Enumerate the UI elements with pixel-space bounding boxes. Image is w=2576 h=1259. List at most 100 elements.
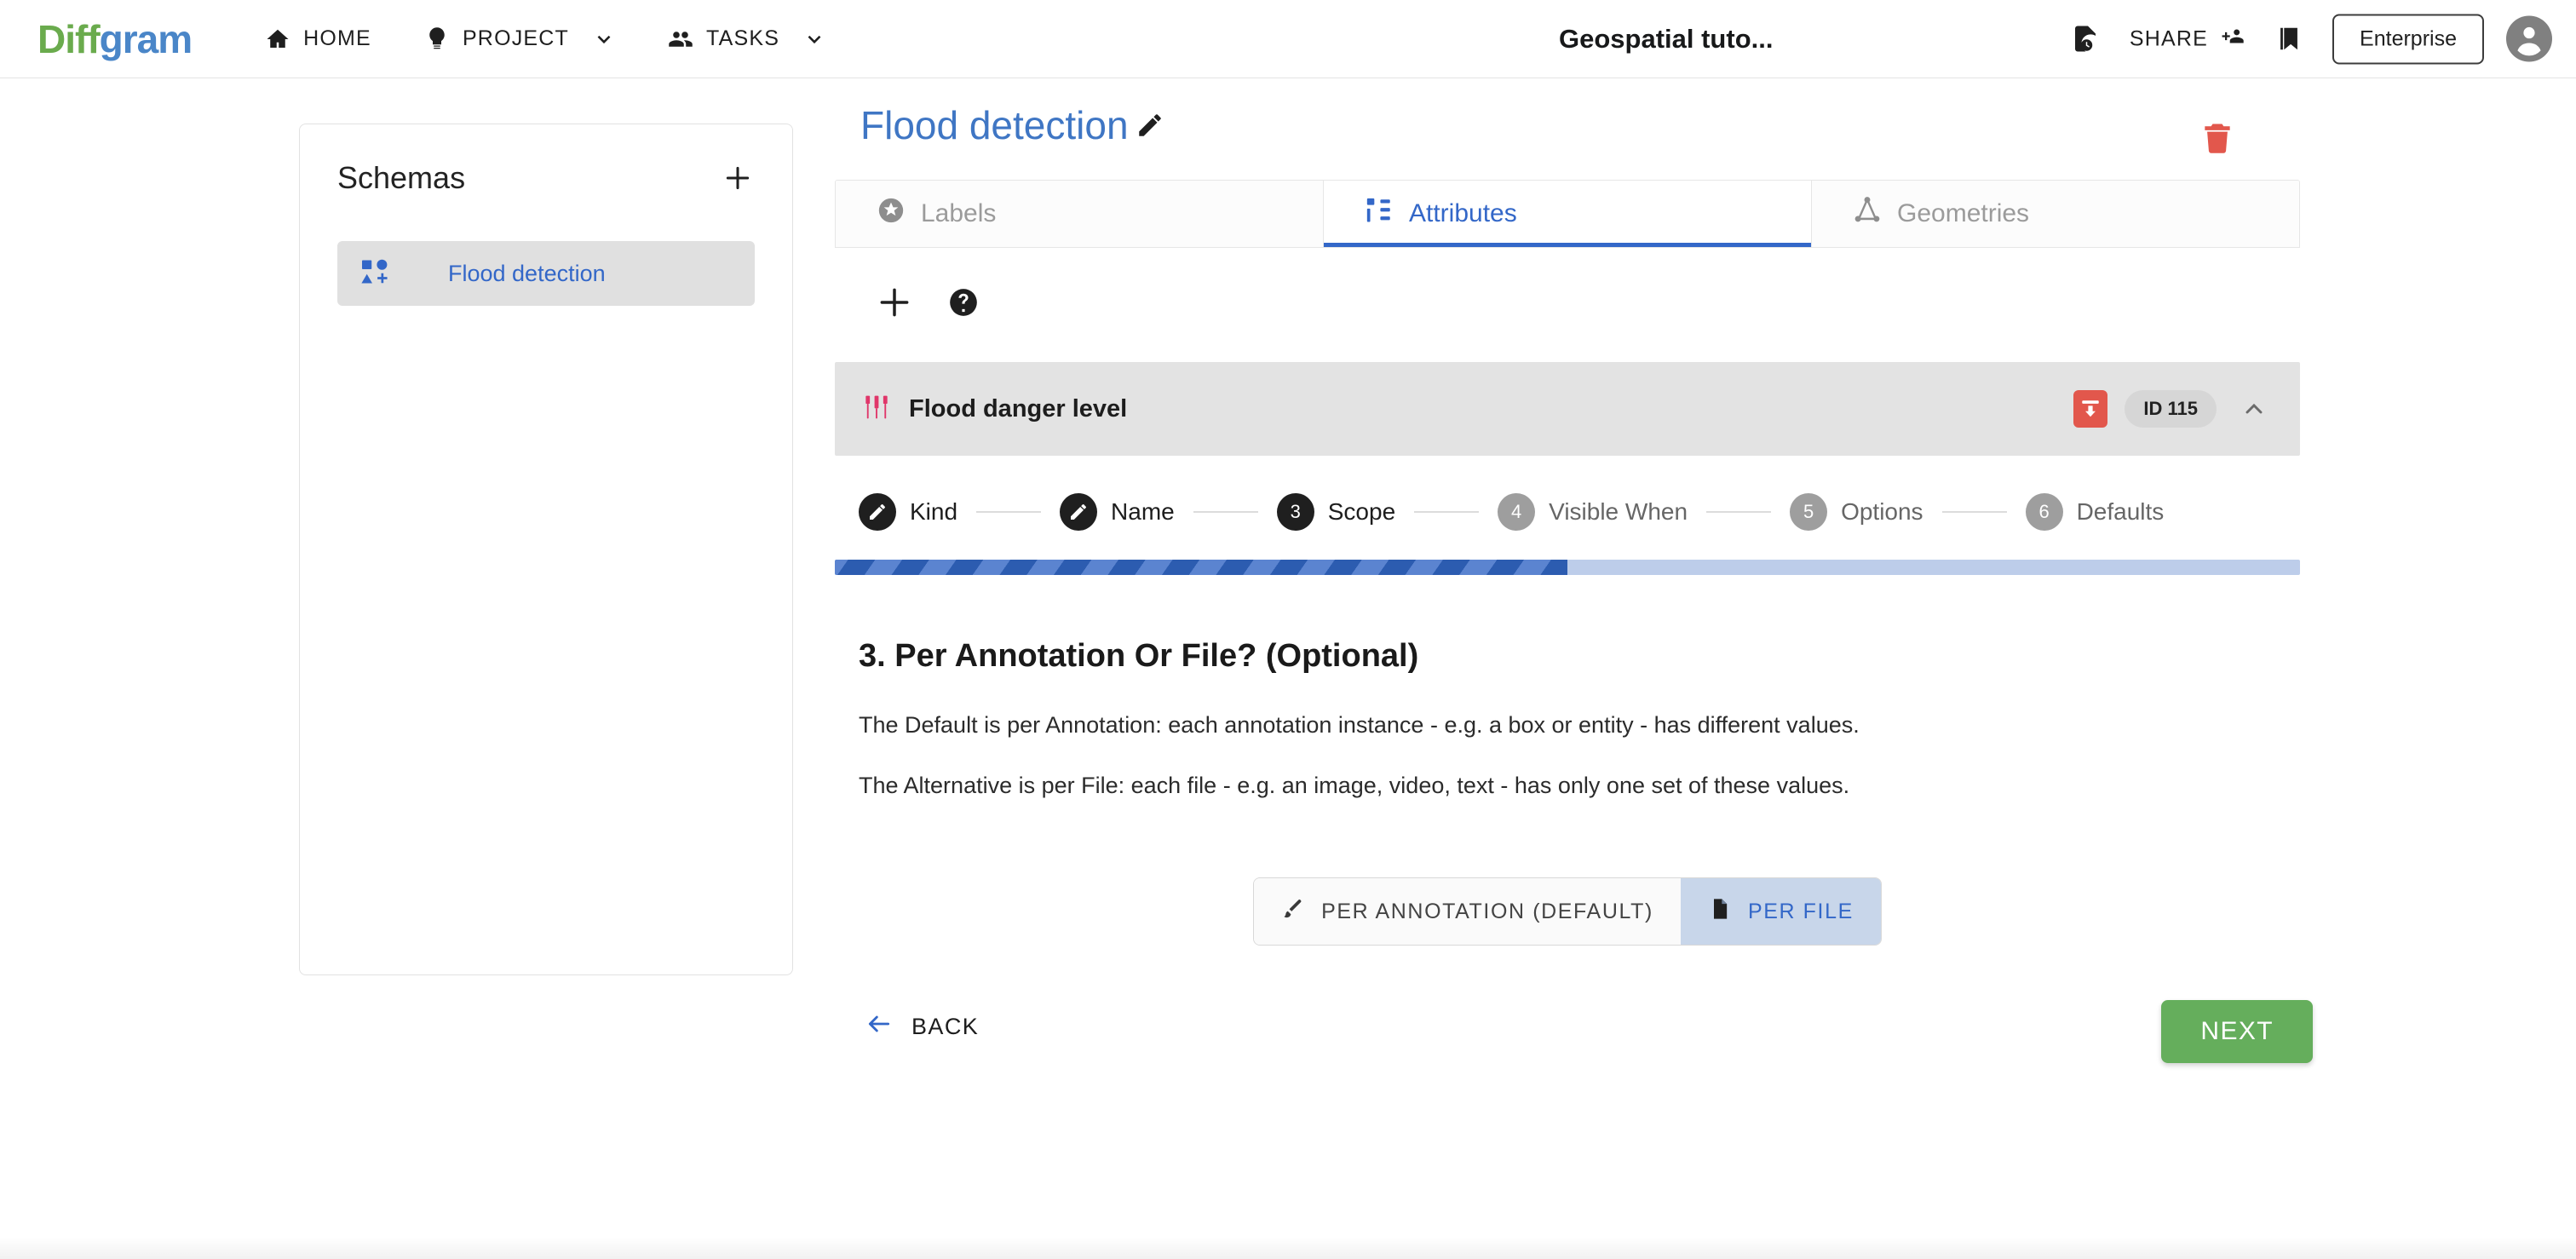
wizard-progress-fill <box>835 560 1567 575</box>
per-file-button[interactable]: PER FILE <box>1680 878 1881 945</box>
step-scope-label: Scope <box>1327 498 1396 525</box>
delete-schema-button[interactable] <box>2199 119 2236 157</box>
tab-attributes[interactable]: Attributes <box>1324 181 1812 247</box>
step-name-indicator <box>1060 493 1098 531</box>
step-scope[interactable]: 3 Scope <box>1276 493 1396 531</box>
wizard-progress-bar <box>835 560 2300 575</box>
add-attribute-button[interactable] <box>876 284 913 321</box>
description-paragraph-2: The Alternative is per File: each file -… <box>859 773 1850 798</box>
section-title: 3. Per Annotation Or File? (Optional) <box>859 638 1419 674</box>
enterprise-button[interactable]: Enterprise <box>2332 14 2484 64</box>
attribute-group-controls: ID 115 <box>2073 390 2274 428</box>
tab-geometries-label: Geometries <box>1897 199 2030 227</box>
step-name[interactable]: Name <box>1060 493 1175 531</box>
pencil-icon[interactable] <box>1136 111 1164 140</box>
tab-attributes-label: Attributes <box>1409 199 1517 227</box>
main-content: Flood detection Labels Attributes Geomet… <box>835 102 2313 1063</box>
attribute-id-badge: ID 115 <box>2125 390 2217 428</box>
step-divider <box>1706 511 1772 513</box>
brush-icon <box>1281 897 1305 927</box>
next-button[interactable]: NEXT <box>2161 1000 2313 1063</box>
file-clock-icon[interactable] <box>2056 24 2114 55</box>
tab-geometries[interactable]: Geometries <box>1812 181 2299 247</box>
step-divider <box>976 511 1042 513</box>
geometry-icon <box>1853 196 1882 232</box>
schema-tabs: Labels Attributes Geometries <box>835 180 2300 248</box>
step-divider <box>1941 511 2007 513</box>
scope-toggle-group: PER ANNOTATION (DEFAULT) PER FILE <box>1253 877 1882 946</box>
step-scope-indicator: 3 <box>1276 493 1314 531</box>
step-visible-when-label: Visible When <box>1549 498 1688 525</box>
nav-item-project-label: PROJECT <box>462 26 570 50</box>
add-schema-button[interactable] <box>721 161 755 195</box>
step-visible-when-indicator: 4 <box>1498 493 1536 531</box>
step-options-label: Options <box>1841 498 1923 525</box>
page-title: Flood detection <box>860 103 1129 147</box>
top-right-tools: SHARE Enterprise <box>2056 14 2552 64</box>
star-icon <box>877 196 906 232</box>
sidebar-item-flood-detection[interactable]: Flood detection <box>337 241 755 306</box>
nav-item-tasks-label: TASKS <box>706 26 780 50</box>
description-paragraph-1: The Default is per Annotation: each anno… <box>859 712 1860 738</box>
attribute-wizard-stepper: Kind Name 3 Scope 4 Visible When 5 Optio… <box>835 493 2300 531</box>
wizard-footer-nav: BACK NEXT <box>835 995 2313 1063</box>
archive-attribute-button[interactable] <box>2073 390 2108 428</box>
step-kind-indicator <box>859 493 896 531</box>
project-title: Geospatial tuto... <box>1559 23 1774 54</box>
step-divider <box>1193 511 1258 513</box>
share-button-label: SHARE <box>2129 26 2209 50</box>
diffgram-logo[interactable]: Diffgram <box>37 16 193 61</box>
step-defaults[interactable]: 6 Defaults <box>2025 493 2165 531</box>
sidebar-title: Schemas <box>337 160 466 195</box>
step-visible-when[interactable]: 4 Visible When <box>1498 493 1688 531</box>
nav-item-home-label: HOME <box>303 26 371 50</box>
tune-sliders-icon <box>863 394 890 425</box>
step-defaults-indicator: 6 <box>2025 493 2063 531</box>
main-nav-group: HOME PROJECT TASKS <box>265 26 825 52</box>
home-icon <box>265 26 290 52</box>
step-name-label: Name <box>1111 498 1175 525</box>
step-options-indicator: 5 <box>1790 493 1828 531</box>
nav-item-home[interactable]: HOME <box>265 26 371 52</box>
shapes-add-icon <box>359 256 390 291</box>
person-add-icon <box>2218 23 2245 55</box>
chevron-up-icon[interactable] <box>2234 395 2274 423</box>
sidebar-item-label: Flood detection <box>448 260 606 286</box>
sidebar-header: Schemas <box>300 124 792 196</box>
schemas-sidebar-panel: Schemas Flood detection <box>299 124 793 975</box>
share-button[interactable]: SHARE <box>2114 23 2261 55</box>
step-divider <box>1414 511 1480 513</box>
attribute-group-header[interactable]: Flood danger level ID 115 <box>835 362 2300 456</box>
bookmark-icon[interactable] <box>2261 24 2317 55</box>
step-kind-label: Kind <box>910 498 958 525</box>
bulb-icon <box>424 26 450 52</box>
per-annotation-label: PER ANNOTATION (DEFAULT) <box>1321 899 1653 923</box>
step-options[interactable]: 5 Options <box>1790 493 1923 531</box>
chevron-down-icon[interactable] <box>593 28 615 50</box>
file-icon <box>1708 897 1732 927</box>
attribute-actions-row <box>835 248 2300 321</box>
logo-text-part1: Diff <box>37 16 101 61</box>
avatar[interactable] <box>2506 15 2552 62</box>
per-file-label: PER FILE <box>1747 899 1854 923</box>
attribute-tree-icon <box>1365 196 1394 232</box>
tab-labels[interactable]: Labels <box>836 181 1324 247</box>
chevron-down-icon[interactable] <box>803 28 825 50</box>
scope-toggle-wrap: PER ANNOTATION (DEFAULT) PER FILE <box>835 877 2300 946</box>
people-icon <box>668 26 693 52</box>
top-navigation-bar: Diffgram HOME PROJECT TASKS Geospatial t… <box>0 0 2576 78</box>
step-defaults-label: Defaults <box>2076 498 2165 525</box>
arrow-left-icon <box>865 1010 893 1043</box>
step-kind[interactable]: Kind <box>859 493 957 531</box>
nav-item-tasks[interactable]: TASKS <box>668 26 825 52</box>
bottom-shadow <box>0 1237 2576 1259</box>
nav-item-project[interactable]: PROJECT <box>424 26 615 52</box>
logo-text-part2: gram <box>99 16 193 61</box>
per-annotation-button[interactable]: PER ANNOTATION (DEFAULT) <box>1254 878 1681 945</box>
tab-labels-label: Labels <box>921 199 997 227</box>
page-title-row: Flood detection <box>835 102 2300 153</box>
back-button[interactable]: BACK <box>865 1010 979 1043</box>
attribute-group-name: Flood danger level <box>909 394 1128 423</box>
help-icon[interactable] <box>947 286 980 319</box>
back-button-label: BACK <box>911 1013 980 1039</box>
